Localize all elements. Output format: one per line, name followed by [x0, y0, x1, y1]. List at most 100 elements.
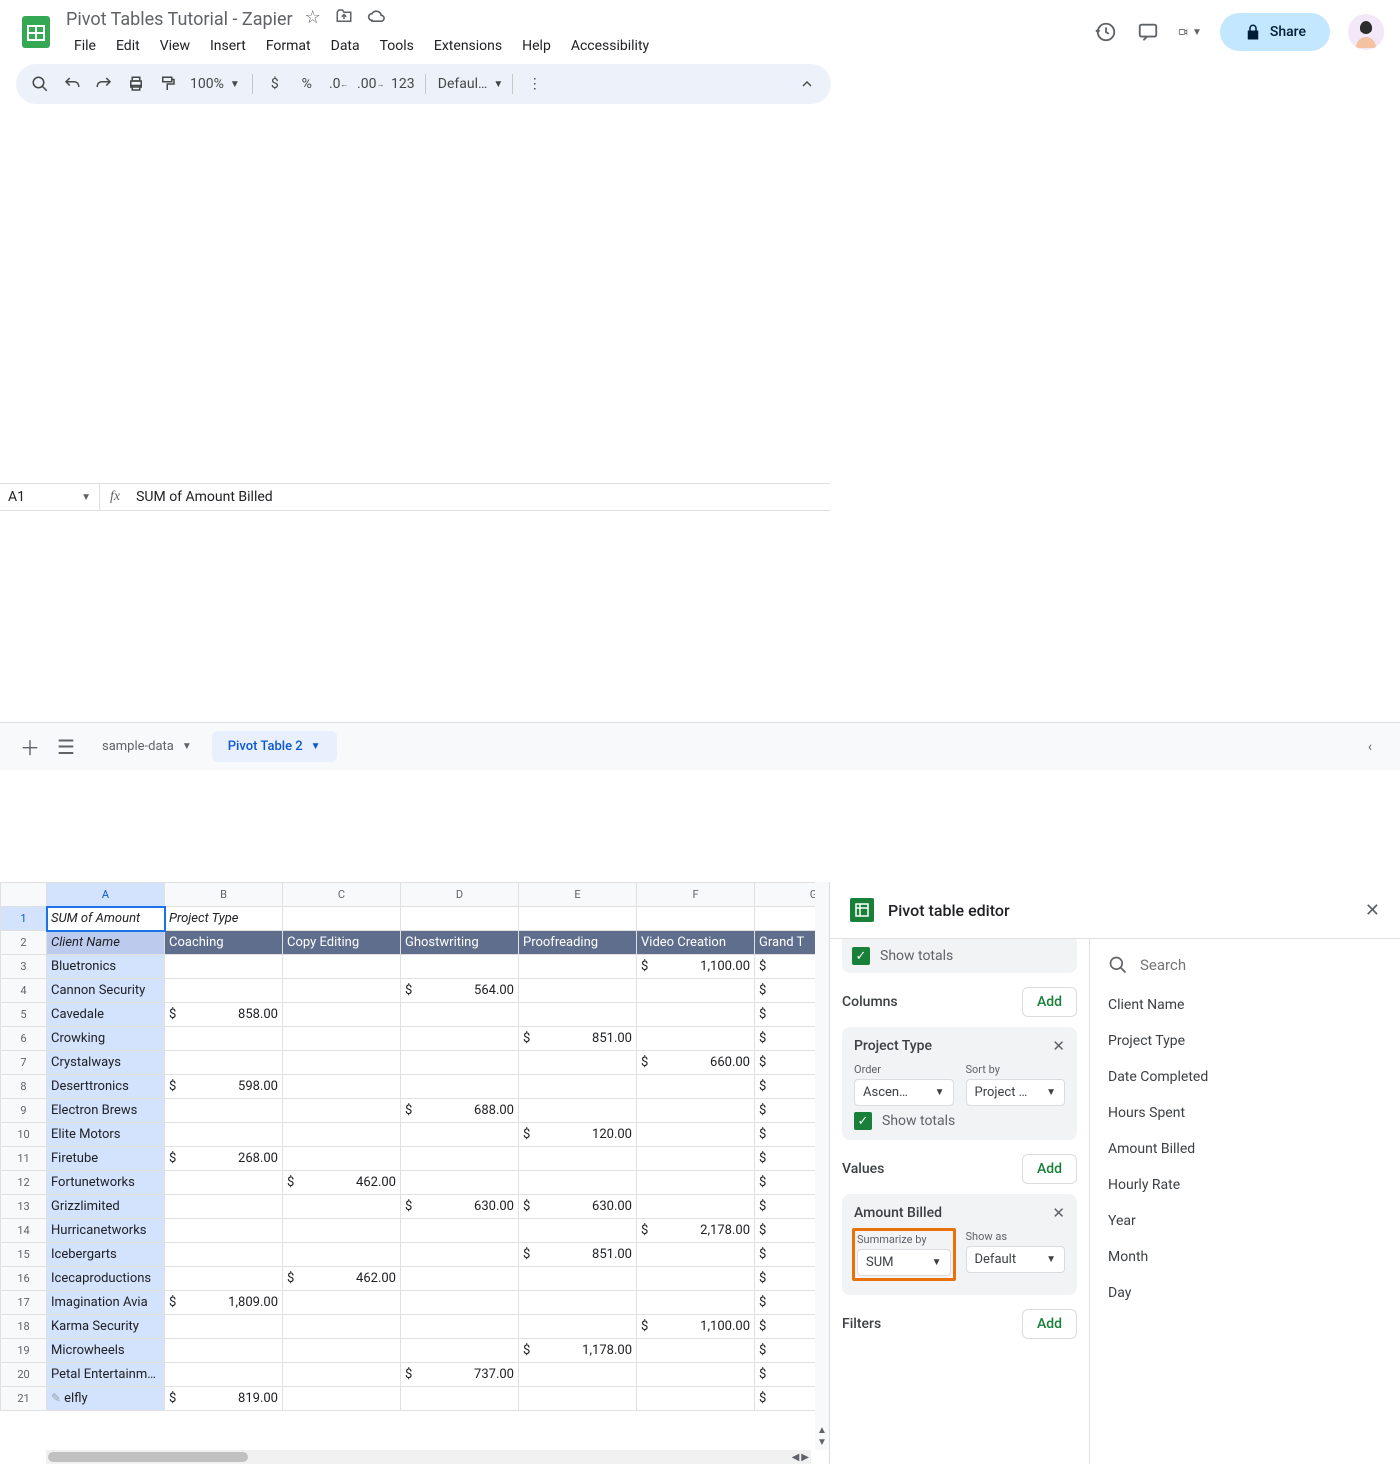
add-value-button[interactable]: Add: [1022, 1154, 1077, 1184]
summarize-select[interactable]: SUM▼: [857, 1249, 951, 1276]
decrease-decimal-icon[interactable]: .0←: [325, 70, 353, 98]
undo-icon[interactable]: [58, 70, 86, 98]
redo-icon[interactable]: [90, 70, 118, 98]
row-header[interactable]: 18: [1, 1315, 47, 1339]
cell[interactable]: [519, 1291, 637, 1315]
cell[interactable]: $598.00: [165, 1075, 283, 1099]
star-icon[interactable]: ☆: [305, 7, 321, 32]
cell[interactable]: Cannon Security: [47, 979, 165, 1003]
row-header[interactable]: 13: [1, 1195, 47, 1219]
vertical-scrollbar[interactable]: ▲▼: [815, 882, 829, 1450]
row-header[interactable]: 3: [1, 955, 47, 979]
cell[interactable]: ✎elfly: [47, 1387, 165, 1411]
field-item[interactable]: Month: [1108, 1239, 1382, 1275]
menu-file[interactable]: File: [66, 34, 104, 58]
menu-help[interactable]: Help: [514, 34, 559, 58]
cell[interactable]: Firetube: [47, 1147, 165, 1171]
cell[interactable]: Bluetronics: [47, 955, 165, 979]
cell[interactable]: [637, 907, 755, 931]
remove-value-icon[interactable]: ✕: [1052, 1204, 1065, 1222]
cell[interactable]: Icebergarts: [47, 1243, 165, 1267]
cell[interactable]: [165, 1099, 283, 1123]
row-header[interactable]: 6: [1, 1027, 47, 1051]
all-sheets-icon[interactable]: ☰: [48, 729, 84, 765]
print-icon[interactable]: [122, 70, 150, 98]
cell[interactable]: [283, 1315, 401, 1339]
row-header[interactable]: 1: [1, 907, 47, 931]
cell[interactable]: $858.00: [165, 1003, 283, 1027]
history-icon[interactable]: [1094, 20, 1118, 44]
cell[interactable]: Video Creation: [637, 931, 755, 955]
cell[interactable]: $819.00: [165, 1387, 283, 1411]
cell[interactable]: [283, 1219, 401, 1243]
explore-collapse-icon[interactable]: ‹: [1352, 729, 1388, 765]
cell[interactable]: [283, 1075, 401, 1099]
row-header[interactable]: 2: [1, 931, 47, 955]
add-column-button[interactable]: Add: [1022, 987, 1077, 1017]
move-icon[interactable]: [335, 7, 353, 32]
cell[interactable]: [165, 955, 283, 979]
cell[interactable]: [283, 979, 401, 1003]
cell[interactable]: [519, 955, 637, 979]
cell[interactable]: [283, 1099, 401, 1123]
cell[interactable]: Icecaproductions: [47, 1267, 165, 1291]
row-header[interactable]: 8: [1, 1075, 47, 1099]
cell[interactable]: [519, 1171, 637, 1195]
cell[interactable]: Microwheels: [47, 1339, 165, 1363]
cell[interactable]: [637, 1195, 755, 1219]
cell[interactable]: [637, 1147, 755, 1171]
cell[interactable]: Proofreading: [519, 931, 637, 955]
menu-format[interactable]: Format: [258, 34, 319, 58]
checkbox-icon[interactable]: ✓: [854, 1112, 872, 1130]
cell[interactable]: [165, 1219, 283, 1243]
tab-sample-data[interactable]: sample-data▼: [86, 731, 208, 762]
cell[interactable]: [637, 1291, 755, 1315]
remove-column-icon[interactable]: ✕: [1052, 1037, 1065, 1055]
cell[interactable]: [165, 1315, 283, 1339]
row-header[interactable]: 9: [1, 1099, 47, 1123]
select-all-corner[interactable]: [1, 883, 47, 907]
field-item[interactable]: Hours Spent: [1108, 1095, 1382, 1131]
field-item[interactable]: Client Name: [1108, 987, 1382, 1023]
field-item[interactable]: Day: [1108, 1275, 1382, 1311]
row-header[interactable]: 4: [1, 979, 47, 1003]
cell[interactable]: [401, 955, 519, 979]
cell[interactable]: Hurricanetworks: [47, 1219, 165, 1243]
cell[interactable]: [519, 1387, 637, 1411]
more-icon[interactable]: ⋮: [521, 70, 549, 98]
field-item[interactable]: Hourly Rate: [1108, 1167, 1382, 1203]
menu-view[interactable]: View: [152, 34, 198, 58]
cloud-status-icon[interactable]: [367, 7, 387, 32]
cell[interactable]: [637, 1267, 755, 1291]
row-header[interactable]: 5: [1, 1003, 47, 1027]
cell[interactable]: [165, 1171, 283, 1195]
checkbox-icon[interactable]: ✓: [852, 947, 870, 965]
cell[interactable]: [519, 1219, 637, 1243]
cell[interactable]: Karma Security: [47, 1315, 165, 1339]
cell[interactable]: [283, 1291, 401, 1315]
column-header[interactable]: A: [47, 883, 165, 907]
cell[interactable]: [401, 1267, 519, 1291]
column-header[interactable]: F: [637, 883, 755, 907]
row-header[interactable]: 14: [1, 1219, 47, 1243]
cell[interactable]: [637, 1363, 755, 1387]
cell[interactable]: Ghostwriting: [401, 931, 519, 955]
order-select[interactable]: Ascen…▼: [854, 1079, 954, 1106]
cell[interactable]: [401, 1219, 519, 1243]
cell[interactable]: Copy Editing: [283, 931, 401, 955]
percent-icon[interactable]: %: [293, 70, 321, 98]
font-select[interactable]: Defaul…▼: [434, 76, 504, 92]
add-filter-button[interactable]: Add: [1022, 1309, 1077, 1339]
tab-pivot-table-2[interactable]: Pivot Table 2▼: [212, 731, 337, 762]
menu-accessibility[interactable]: Accessibility: [563, 34, 657, 58]
row-header[interactable]: 19: [1, 1339, 47, 1363]
cell[interactable]: $1,178.00: [519, 1339, 637, 1363]
cell[interactable]: Project Type: [165, 907, 283, 931]
cell[interactable]: [519, 1267, 637, 1291]
cell[interactable]: [519, 979, 637, 1003]
cell[interactable]: Deserttronics: [47, 1075, 165, 1099]
cell[interactable]: [401, 1291, 519, 1315]
cell[interactable]: [637, 1387, 755, 1411]
cell[interactable]: [401, 1171, 519, 1195]
cell[interactable]: $564.00: [401, 979, 519, 1003]
